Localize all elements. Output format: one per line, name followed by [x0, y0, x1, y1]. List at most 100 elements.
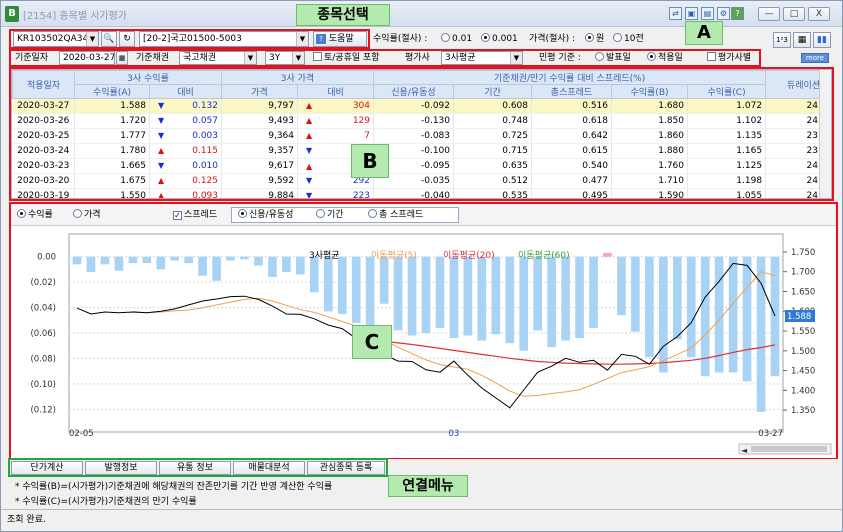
radio-icon[interactable] [368, 209, 377, 218]
close-button[interactable]: X [808, 7, 830, 21]
spread-period-label: 기간 [327, 210, 344, 220]
callout-c: C [352, 325, 392, 359]
col-header-period[interactable]: 기간 [453, 84, 532, 99]
spread-bar [337, 256, 347, 314]
table-row[interactable]: 2020-03-20 1.675 ▲ 0.125 9,592 ▼ 292 -0.035 0.51… [12, 173, 831, 189]
radio-icon[interactable] [316, 209, 325, 218]
chevron-down-icon[interactable]: ▼ [244, 52, 256, 64]
group-header-spread: 기준채권/만기 수익률 대비 스프레드(%) [372, 70, 767, 85]
link-icon[interactable]: ⇄ [669, 7, 682, 20]
price-truncate-opt1[interactable]: 원 [585, 31, 604, 47]
chart-mode-yield[interactable]: 수익률 [17, 207, 53, 223]
cell-price: 9,592 [221, 173, 298, 189]
col-header-price[interactable]: 가격 [221, 84, 298, 99]
cell-price: 9,797 [221, 98, 298, 114]
menu-add-watchlist[interactable]: 관심종목 등록 [307, 461, 385, 475]
price-truncate-opt2[interactable]: 10전 [613, 31, 644, 47]
yield-truncate-opt2[interactable]: 0.001 [481, 31, 518, 47]
tenor-select[interactable]: 3Y ▼ [265, 51, 305, 65]
x-tick-label: 02-05 [69, 429, 94, 439]
col-header-price-diff[interactable]: 대비 [297, 84, 374, 99]
radio-icon[interactable] [613, 33, 622, 42]
chevron-down-icon[interactable]: ▼ [510, 52, 522, 64]
spread-type-credit[interactable]: 신용/유동성 [238, 207, 293, 223]
base-date-input[interactable]: 2020-03-27 [59, 51, 115, 65]
chevron-down-icon[interactable]: ▼ [296, 32, 308, 46]
checkbox-icon[interactable]: ✓ [173, 211, 182, 220]
refresh-button[interactable]: ↻ [119, 31, 135, 47]
table-row[interactable]: 2020-03-19 1.550 ▲ 0.093 9,884 ▼ 223 -0.040 0.53… [12, 188, 831, 198]
settings-icon[interactable]: ⚙ [717, 7, 730, 20]
show-spread-checkbox[interactable]: ✓ 스프레드 [173, 207, 217, 223]
minimize-button[interactable]: — [758, 7, 780, 21]
col-header-date[interactable]: 적용일자 [12, 70, 75, 99]
radio-icon[interactable] [481, 33, 490, 42]
note-yield-b: * 수익률(B)=(시가평가)기준채권에 해당채권의 잔존만기를 기간 반영 계… [15, 482, 333, 492]
radio-icon[interactable] [585, 33, 594, 42]
col-header-yield-a[interactable]: 수익률(A) [74, 84, 150, 99]
col-header-credit[interactable]: 신용/유동성 [373, 84, 454, 99]
col-header-yield-diff[interactable]: 대비 [149, 84, 222, 99]
col-header-yield-b[interactable]: 수익률(B) [611, 84, 688, 99]
chevron-down-icon[interactable]: ▼ [292, 52, 304, 64]
civil-basis-opt1[interactable]: 발표일 [595, 50, 631, 66]
rater-select[interactable]: 3사평균 ▼ [441, 51, 523, 65]
cell-total-spread: 0.495 [531, 188, 612, 198]
include-holiday-checkbox[interactable]: 토/공휴일 포함 [313, 50, 380, 66]
search-button[interactable]: 🔍 [101, 31, 117, 47]
yield-chart[interactable]: 0.00 (0.02) (0.04) (0.06) (0.08) (0.10) (0.12)… [11, 226, 836, 458]
radio-icon[interactable] [73, 209, 82, 218]
screen-icon[interactable]: ▣ [685, 7, 698, 20]
table-row[interactable]: 2020-03-25 1.777 ▼ 0.003 9,364 ▲ 7 -0.083 0.725 0… [12, 128, 831, 144]
calendar-button[interactable]: ▦ [116, 51, 128, 65]
right-tick-label: 1.650 [791, 287, 815, 297]
radio-icon[interactable] [595, 52, 604, 61]
table-scrollbar[interactable] [819, 70, 831, 198]
radio-icon[interactable] [441, 33, 450, 42]
cell-yield-c: 1.102 [687, 113, 767, 129]
cell-credit: -0.040 [373, 188, 454, 198]
civil-basis-opt2[interactable]: 적용일 [647, 50, 683, 66]
chart-mode-price[interactable]: 가격 [73, 207, 101, 223]
cell-period: 0.512 [453, 173, 532, 189]
spread-type-total[interactable]: 총 스프레드 [368, 207, 423, 223]
yield-truncate-opt1[interactable]: 0.01 [441, 31, 472, 47]
chevron-down-icon[interactable]: ▼ [86, 32, 98, 46]
menu-volume-analysis[interactable]: 매물대분석 [233, 461, 305, 475]
number-format-icon: 1²3 [776, 36, 788, 44]
bond-name-select[interactable]: [20-2]국고01500-5003 ▼ [139, 31, 309, 47]
ref-bond-select[interactable]: 국고채권 ▼ [179, 51, 257, 65]
help-button[interactable]: ? 도움말 [313, 31, 367, 47]
diff-value: 0.115 [192, 146, 218, 156]
radio-icon[interactable] [17, 209, 26, 218]
checkbox-icon[interactable] [707, 52, 716, 61]
font-size-button[interactable]: 1²3 [773, 32, 791, 48]
per-rater-checkbox[interactable]: 평가사별 [707, 50, 751, 66]
table-row[interactable]: 2020-03-241.780▲0.1159,357▼260-0.1000.71… [12, 143, 831, 159]
radio-icon[interactable] [647, 52, 656, 61]
table-row[interactable]: 2020-03-26 1.720 ▼ 0.057 9,493 ▲ 129 -0.130 0.74… [12, 113, 831, 129]
print-icon[interactable]: ▤ [701, 7, 714, 20]
col-header-total-spread[interactable]: 총스프레드 [531, 84, 612, 99]
table-row[interactable]: 2020-03-27 1.588 ▼ 0.132 9,797 ▲ 304 -0.092 0.60… [12, 98, 831, 114]
menu-price-calc[interactable]: 단가계산 [11, 461, 83, 475]
table-row[interactable]: 2020-03-23 1.665 ▼ 0.010 9,617 ▲ -0.095 0.635 0.… [12, 158, 831, 174]
cell-yield-diff: ▼ 0.010 [149, 158, 222, 174]
spread-bar [449, 256, 459, 339]
menu-trade-info[interactable]: 유통 정보 [159, 461, 231, 475]
chart-button[interactable]: ▮▮ [813, 32, 831, 48]
bond-code-select[interactable]: KR103502QA34 ▼ [13, 31, 99, 47]
more-button[interactable]: more [801, 53, 829, 63]
maximize-button[interactable]: □ [783, 7, 805, 21]
cell-yield-diff: ▲ 0.125 [149, 173, 222, 189]
cell-date: 2020-03-20 [12, 173, 75, 189]
help-icon[interactable]: ? [731, 7, 744, 20]
spread-type-period[interactable]: 기간 [316, 207, 344, 223]
triangle-up-icon: ▲ [158, 146, 165, 155]
col-header-yield-c[interactable]: 수익률(C) [686, 84, 767, 99]
menu-issue-info[interactable]: 발행정보 [85, 461, 157, 475]
spread-bar [742, 256, 752, 382]
chart-table-button[interactable]: ▦ [793, 32, 811, 48]
checkbox-icon[interactable] [313, 52, 322, 61]
radio-icon[interactable] [238, 209, 247, 218]
